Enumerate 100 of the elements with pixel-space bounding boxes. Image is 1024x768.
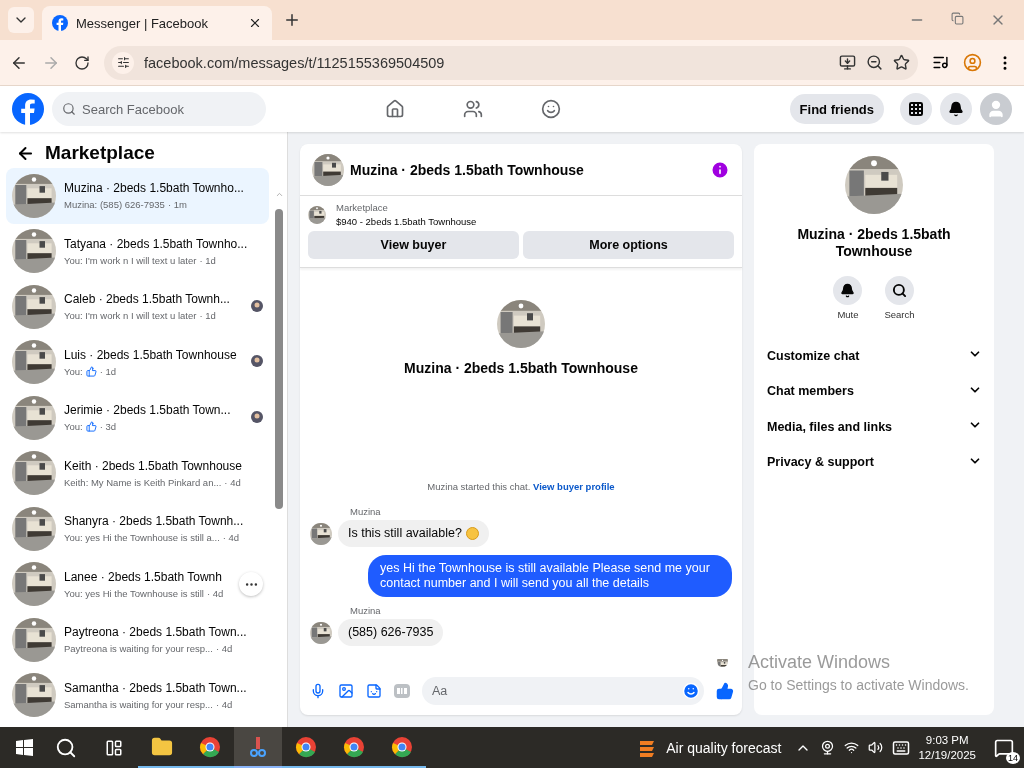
reload-icon[interactable] (74, 54, 90, 71)
message-preview: Muzina: (585) 626-7935 (64, 199, 165, 211)
facebook-icon (52, 15, 68, 31)
volume-icon[interactable] (868, 740, 884, 755)
keyboard-icon[interactable] (892, 738, 911, 757)
address-bar[interactable]: facebook.com/messages/t/1125155369504509 (104, 45, 918, 80)
conversation-item[interactable]: Muzina · 2beds 1.5bath Townho... Muzina: (585) 626-7935 · 1m (6, 168, 269, 224)
conversation-item[interactable]: Shanyra · 2beds 1.5bath Townh... You: yes Hi the Townhouse is still a... · 4d (6, 501, 269, 557)
conversation-title: Shanyra · 2beds 1.5bath Townh... (64, 514, 245, 529)
message-bubble: Is this still available? (338, 520, 489, 547)
bell-icon (840, 283, 856, 298)
thumbs-up-icon[interactable] (716, 682, 734, 700)
media-icon[interactable] (932, 54, 949, 71)
details-section[interactable]: Privacy & support (766, 444, 982, 480)
message-time: · 3d (99, 421, 117, 433)
conversation-title: Muzina · 2beds 1.5bath Townho... (64, 181, 245, 196)
message-preview: You: yes Hi the Townhouse is still (64, 587, 204, 599)
find-friends-button[interactable]: Find friends (789, 94, 884, 124)
clock-time[interactable]: 9:03 PM (925, 732, 969, 748)
message-input[interactable]: Aa (422, 677, 704, 705)
conversation-item[interactable]: Tatyana · 2beds 1.5bath Townho... You: I'm work n I will text u later · 1d (6, 223, 269, 279)
view-buyer-button[interactable]: View buyer (308, 231, 519, 259)
folder-icon[interactable] (151, 735, 173, 758)
chat-started-text: Muzina started this chat. View buyer profile (426, 481, 616, 492)
restore-icon[interactable] (951, 12, 964, 25)
search-field[interactable]: Search Facebook (52, 92, 266, 126)
message-preview: You: (64, 365, 83, 377)
activation-title: Activate Windows (748, 652, 892, 673)
chrome-icon[interactable] (295, 735, 317, 758)
mute-button[interactable] (833, 276, 863, 305)
view-buyer-profile-link[interactable]: View buyer profile (532, 481, 615, 492)
zoom-icon[interactable] (866, 54, 883, 71)
facebook-logo[interactable] (12, 93, 44, 125)
conversation-title: Keith · 2beds 1.5bath Townhouse (64, 458, 243, 473)
install-icon[interactable] (839, 54, 856, 71)
task-view-icon[interactable] (105, 738, 123, 757)
apps-button[interactable] (900, 93, 932, 125)
conversation-item[interactable]: Jerimie · 2beds 1.5bath Town... You: · 3d (6, 390, 269, 446)
message-time: · 1m (167, 199, 187, 211)
search-icon[interactable] (55, 736, 77, 759)
conversation-title: Jerimie · 2beds 1.5bath Town... (64, 403, 232, 418)
conversation-item[interactable]: Keith · 2beds 1.5bath Townhouse Keith: My Name is Keith Pinkard an... · 4d (6, 445, 269, 501)
intro-name: Muzina · 2beds 1.5bath Townhouse (404, 360, 638, 376)
more-button[interactable] (239, 572, 263, 597)
chrome-icon[interactable] (343, 735, 365, 758)
weather-text[interactable]: Air quality forecast (666, 739, 782, 756)
bookmark-icon[interactable] (893, 54, 910, 71)
conversation-item[interactable]: Paytreona · 2beds 1.5bath Town... Paytreona is waiting for your resp... · 4d (6, 612, 269, 668)
search-placeholder: Search Facebook (82, 101, 184, 117)
microphone-icon[interactable] (310, 683, 326, 699)
scrollbar-thumb[interactable] (275, 209, 283, 509)
message-time: · 4d (224, 476, 241, 488)
details-section[interactable]: Media, files and links (766, 409, 982, 445)
details-section[interactable]: Customize chat (766, 338, 982, 374)
message-time: · 1d (199, 310, 216, 322)
listing-source: Marketplace (336, 202, 389, 213)
close-icon[interactable] (248, 16, 262, 30)
message-time: · 4d (215, 698, 233, 710)
search-icon (892, 283, 907, 298)
home-icon[interactable] (384, 99, 405, 119)
browser-tab[interactable]: Messenger | Facebook (42, 6, 272, 40)
scissors-icon[interactable] (248, 735, 268, 758)
conversation-item[interactable]: Samantha · 2beds 1.5bath Town... Samantha is waiting for your resp... · 4d (6, 667, 269, 723)
message-bubble: yes Hi the Townhouse is still available Please send me your contact number and I will send you all the details (368, 555, 732, 597)
conversation-title: Tatyana · 2beds 1.5bath Townho... (64, 236, 249, 251)
search-icon (62, 102, 76, 116)
clock-date[interactable]: 12/19/2025 (918, 747, 976, 763)
conversation-item[interactable]: Caleb · 2beds 1.5bath Townh... You: I'm work n I will text u later · 1d (6, 279, 269, 335)
chrome-icon[interactable] (391, 735, 413, 758)
conversation-item[interactable]: Luis · 2beds 1.5bath Townhouse You: · 1d (6, 334, 269, 390)
conversation-title: Luis · 2beds 1.5bath Townhouse (64, 347, 238, 362)
sender-name: Muzina (350, 506, 381, 517)
sender-name: Muzina (350, 605, 381, 616)
more-options-button[interactable]: More options (523, 231, 734, 259)
message-preview: You: yes Hi the Townhouse is still a... (64, 532, 220, 544)
message-preview: Keith: My Name is Keith Pinkard an... (64, 476, 222, 488)
chrome-icon[interactable] (199, 735, 221, 758)
details-section[interactable]: Chat members (766, 373, 982, 409)
conversation-item[interactable]: Lanee · 2beds 1.5bath Townh You: yes Hi the Townhouse is still · 4d (6, 556, 269, 612)
chat-title: Muzina · 2beds 1.5bath Townhouse (350, 161, 585, 178)
people-icon[interactable] (462, 99, 483, 119)
sticker-icon[interactable] (366, 683, 382, 699)
message-preview: Paytreona is waiting for your resp... (64, 643, 213, 655)
action-label: Mute (837, 309, 859, 320)
message-time: · 4d (215, 643, 233, 655)
message-time: · 1d (99, 365, 117, 377)
profile-icon[interactable] (963, 53, 982, 72)
notifications-button[interactable] (940, 93, 972, 125)
camera-icon[interactable] (820, 740, 836, 755)
info-icon[interactable] (710, 159, 730, 180)
grid-icon[interactable] (908, 101, 924, 117)
smiley-icon[interactable] (540, 99, 561, 119)
photo-icon[interactable] (338, 683, 354, 699)
conversation-title: Lanee · 2beds 1.5bath Townh (64, 569, 223, 584)
search-button[interactable] (885, 276, 914, 305)
contact-name: Muzina · 2beds 1.5bath Townhouse (796, 226, 952, 260)
network-icon[interactable] (844, 740, 860, 755)
bell-icon[interactable] (948, 101, 964, 117)
action-label: Search (884, 309, 915, 320)
new-tab-icon[interactable] (283, 11, 301, 29)
